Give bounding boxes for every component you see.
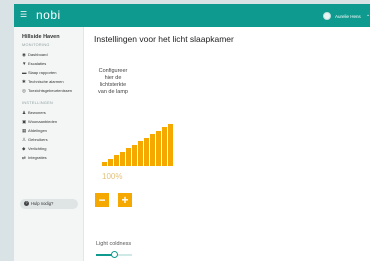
brightness-bar[interactable] (102, 162, 108, 166)
brightness-bar[interactable] (132, 144, 138, 166)
light-coldness-slider[interactable] (96, 251, 132, 258)
section-instellingen: INSTELLINGEN (22, 101, 54, 105)
brightness-bar[interactable] (120, 151, 126, 166)
sidebar-item-label: Woonaanbieden (28, 119, 58, 124)
brightness-bars[interactable] (102, 118, 174, 166)
brightness-bar[interactable] (144, 137, 150, 166)
sidebar-item-label: Verlichting (28, 146, 47, 151)
hamburger-icon[interactable]: ☰ (20, 9, 27, 21)
brightness-bar[interactable] (138, 141, 144, 166)
sidebar-item-afdelingen[interactable]: ▦ Afdelingen (22, 127, 82, 135)
help-icon: ? (24, 201, 29, 207)
increase-brightness-button[interactable]: + (118, 193, 132, 207)
page-title: Instellingen voor het licht slaapkamer (94, 34, 234, 44)
app-window: ☰ nobi Aurelie Hens ⌄ Hillside Haven MON… (14, 4, 370, 261)
sidebar-item-integraties[interactable]: ⇄ Integraties (22, 154, 82, 162)
brightness-bar[interactable] (168, 124, 174, 166)
brightness-bar[interactable] (114, 155, 120, 166)
organization-name: Hillside Haven (22, 34, 60, 40)
sidebar-item-label: Toezichtsgebeurtenissen (28, 88, 73, 93)
sidebar-item-label: Technische alarmen (28, 79, 64, 84)
sidebar-item-label: Slaap rapporten (28, 70, 57, 75)
avatar[interactable] (323, 12, 331, 20)
brightness-bar[interactable] (162, 127, 168, 166)
sidebar-item-escalaties[interactable]: ▼ Escalaties (22, 60, 82, 68)
sidebar-item-label: Integraties (28, 155, 47, 160)
sidebar-item-woonaanbieden[interactable]: ▣ Woonaanbieden (22, 118, 82, 126)
section-monitoring: MONITORING (22, 43, 50, 47)
sidebar-item-label: Dashboard (28, 52, 48, 57)
sidebar-item-technische-alarmen[interactable]: ✱ Technische alarmen (22, 78, 82, 86)
brightness-percentage: 100% (102, 172, 123, 181)
configure-instruction: Configureer hier de lichtsterkte van de … (98, 68, 128, 95)
user-name[interactable]: Aurelie Hens (335, 13, 361, 20)
help-button[interactable]: ? Hulp nodig? (20, 199, 78, 209)
sidebar-item-label: Escalaties (28, 61, 47, 66)
sidebar-item-verlichting[interactable]: ◆ Verlichting (22, 145, 82, 153)
slider-thumb[interactable] (110, 251, 118, 258)
app-logo[interactable]: nobi (36, 7, 61, 23)
brightness-bar[interactable] (150, 134, 156, 166)
sidebar-item-label: Bewoners (28, 110, 46, 115)
sidebar-item-toezichtsgebeurtenissen[interactable]: ◎ Toezichtsgebeurtenissen (22, 87, 82, 95)
decrease-brightness-button[interactable]: − (95, 193, 109, 207)
sidebar-item-label: Afdelingen (28, 128, 47, 133)
brightness-bar[interactable] (126, 148, 132, 166)
brightness-bar[interactable] (108, 158, 114, 166)
sidebar-item-label: Gebruikers (28, 137, 48, 142)
sidebar-item-dashboard[interactable]: ◉ Dashboard (22, 51, 82, 59)
sidebar-item-gebruikers[interactable]: ♙ Gebruikers (22, 136, 82, 144)
chevron-down-icon[interactable]: ⌄ (366, 12, 370, 19)
help-label: Hulp nodig? (31, 201, 54, 206)
top-bar: ☰ nobi Aurelie Hens ⌄ (14, 4, 370, 27)
sidebar: Hillside Haven MONITORING ◉ Dashboard ▼ Es… (14, 27, 84, 261)
sidebar-item-slaap-rapporten[interactable]: ▬ Slaap rapporten (22, 69, 82, 77)
sidebar-item-bewoners[interactable]: ♟ Bewoners (22, 109, 82, 117)
light-coldness-label: Light coldness (96, 241, 132, 247)
brightness-bar[interactable] (156, 130, 162, 166)
